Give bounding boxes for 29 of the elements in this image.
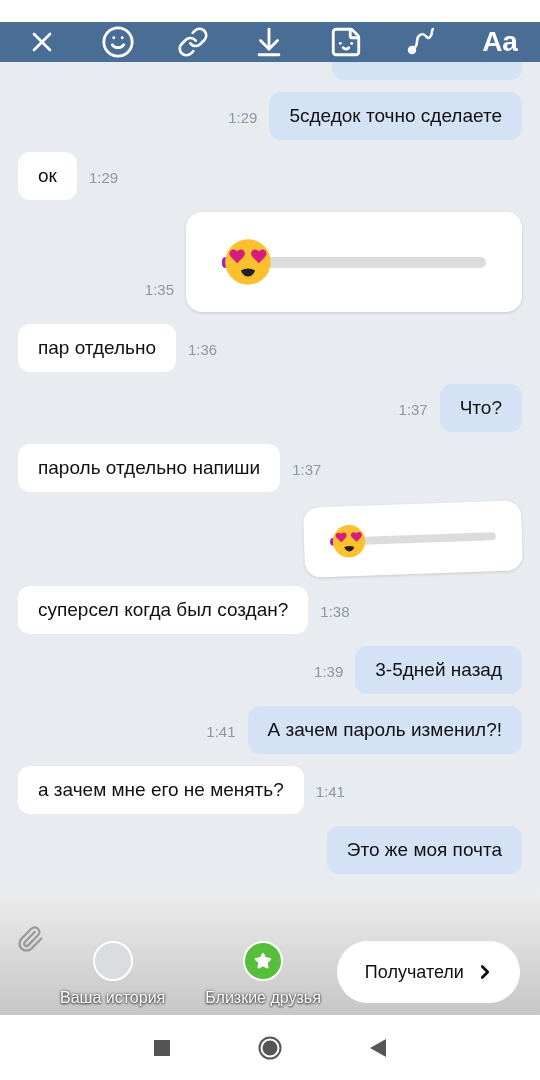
message-time: 1:37	[292, 461, 322, 480]
message-bubble: пароль отдельно напиши	[18, 444, 281, 492]
message-time: 1:29	[228, 109, 258, 128]
message-time: 1:41	[206, 723, 236, 742]
text-button[interactable]: Aa	[482, 26, 518, 58]
message-time: 1:29	[88, 169, 119, 188]
message-bubble: суперсел когда был создан?	[18, 586, 309, 634]
message-time: 1:37	[398, 401, 428, 420]
back-icon[interactable]	[370, 1038, 386, 1057]
message-time: 1:35	[144, 281, 174, 300]
link-button[interactable]	[177, 26, 210, 58]
message-time: 1:39	[314, 663, 344, 682]
message-bubble: ок	[18, 152, 77, 200]
message-bubble: 3-5дней назад	[355, 646, 522, 694]
message-time: 1:41	[315, 783, 345, 802]
recipients-button[interactable]: Получатели	[336, 941, 520, 1003]
emoji-slider-thumb[interactable]	[331, 523, 367, 559]
message-time: 1:38	[320, 603, 350, 622]
message-bubble: а зачем мне его не менять?	[18, 766, 304, 814]
recent-apps-icon[interactable]	[154, 1039, 170, 1056]
emoji-slider-thumb[interactable]	[224, 238, 272, 286]
message-bubble: Что?	[439, 384, 522, 432]
message-bubble: Это же моя почта	[326, 826, 522, 874]
sticker-button[interactable]	[100, 25, 135, 59]
message-bubble: 5сдедок точно сделаете	[269, 92, 522, 140]
message-time: 1:36	[188, 341, 218, 360]
home-icon[interactable]	[258, 1035, 282, 1060]
message-bubble: А зачем пароль изменил?!	[247, 706, 522, 754]
message-bubble: пар отдельно	[18, 324, 176, 372]
